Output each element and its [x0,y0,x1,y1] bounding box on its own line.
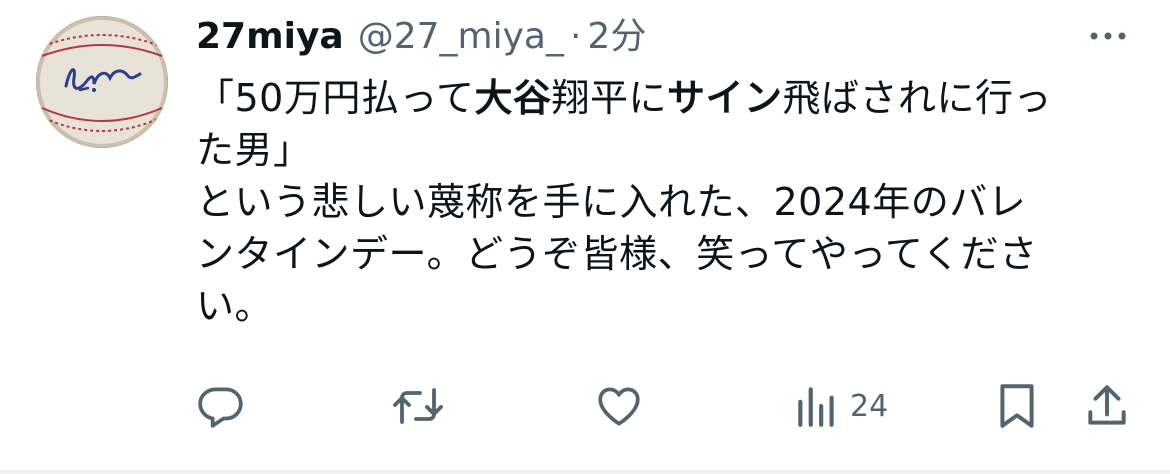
tweet-text-segment: 「50万円払って [196,76,475,120]
retweet-icon [393,388,443,424]
tweet-line-5: い。 [196,284,274,328]
views-count: 24 [850,388,889,424]
tweet-text-segment: 翔平に [551,76,667,120]
user-handle[interactable]: @27_miya_ [358,12,564,62]
tweet-text-bold: サイン [667,76,783,120]
share-icon [1088,385,1126,425]
tweet-text: 「50万円払って大谷翔平にサイン飛ばされに行っ た男」 という悲しい蔑称を手に入… [196,72,1136,332]
bookmark-icon [1000,384,1034,428]
reply-icon [198,387,243,428]
tweet-text-segment: 飛ばされに行っ [782,76,1053,120]
timestamp[interactable]: 2分 [587,12,646,62]
tweet-header: 27miya @27_miya_ · 2分 [196,12,646,62]
retweet-button[interactable] [392,376,444,436]
views-icon [798,387,834,427]
bookmark-button[interactable] [994,376,1040,436]
reply-button[interactable] [196,376,246,436]
like-button[interactable] [594,376,644,436]
tweet[interactable]: 27miya @27_miya_ · 2分 「50万円払って大谷翔平にサイン飛ば… [0,0,1170,474]
display-name[interactable]: 27miya [196,12,344,62]
tweet-line-3: という悲しい蔑称を手に入れた、2024年のバレ [196,180,1027,224]
bottom-divider [0,470,1170,474]
views-button[interactable]: 24 [794,376,888,436]
tweet-line-1: 「50万円払って大谷翔平にサイン飛ばされに行っ [196,72,1136,124]
tweet-line-2: た男」 [196,128,312,172]
separator-dot: · [569,16,582,57]
action-bar: 24 [0,376,1170,436]
share-button[interactable] [1084,376,1130,436]
baseball-avatar-image [36,16,168,148]
like-icon [598,387,640,426]
avatar[interactable] [36,16,168,148]
tweet-line-4: ンタインデー。どうぞ皆様、笑ってやってくださ [196,232,1038,276]
tweet-text-bold: 大谷 [474,76,552,120]
more-options-button[interactable] [1086,20,1130,52]
more-icon [1090,32,1126,40]
